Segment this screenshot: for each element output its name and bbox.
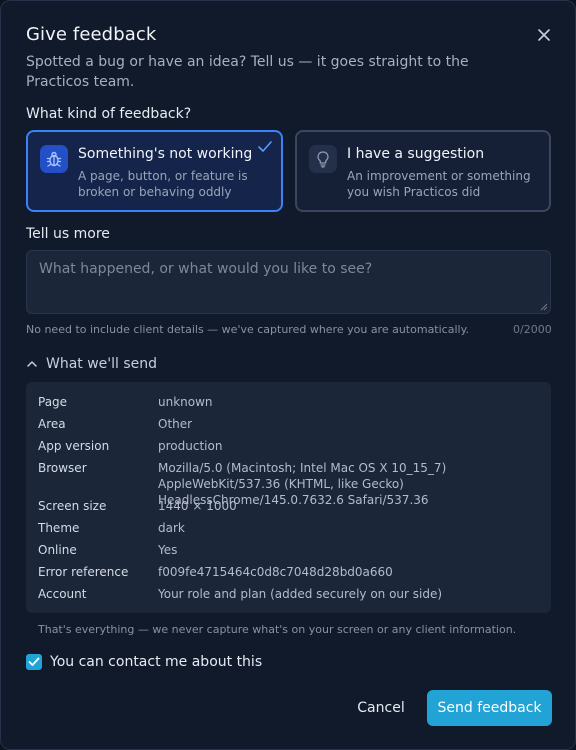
detail-key: App version <box>38 439 110 453</box>
close-icon <box>538 29 550 41</box>
checkmark-icon <box>28 657 40 666</box>
dialog-subtitle: Spotted a bug or have an idea? Tell us —… <box>26 54 469 90</box>
detail-value: unknown <box>158 395 213 409</box>
feedback-dialog: Give feedback Spotted a bug or have an i… <box>0 0 576 750</box>
detail-value: production <box>158 439 223 453</box>
detail-key: Screen size <box>38 499 107 513</box>
tell-more-label: Tell us more <box>26 226 110 242</box>
detail-key: Browser <box>38 461 87 475</box>
checkmark-icon <box>258 141 272 152</box>
cancel-button[interactable]: Cancel <box>344 691 418 725</box>
contact-checkbox-row[interactable]: You can contact me about this <box>26 654 262 670</box>
textarea-hint: No need to include client details — we'v… <box>26 323 470 336</box>
detail-value: dark <box>158 521 185 535</box>
close-button[interactable] <box>532 23 556 47</box>
detail-key: Page <box>38 395 68 409</box>
details-panel: Page unknown Area Other App version prod… <box>26 382 551 613</box>
chevron-up-icon <box>27 361 37 367</box>
feedback-type-label: What kind of feedback? <box>26 106 192 122</box>
detail-key: Account <box>38 587 87 601</box>
details-toggle-label: What we'll send <box>46 356 158 372</box>
detail-key: Error reference <box>38 565 129 579</box>
contact-checkbox[interactable] <box>26 654 42 670</box>
detail-value: f009fe4715464c0d8c7048d28bd0a660 <box>158 565 393 579</box>
detail-key: Online <box>38 543 77 557</box>
contact-checkbox-label: You can contact me about this <box>50 654 263 670</box>
option-title: I have a suggestion <box>347 146 485 162</box>
details-toggle[interactable]: What we'll send <box>26 354 157 374</box>
bug-icon <box>40 145 68 173</box>
detail-value: Yes <box>158 543 178 557</box>
option-title: Something's not working <box>78 146 253 162</box>
privacy-footnote: That's everything — we never capture wha… <box>38 623 517 636</box>
send-feedback-button[interactable]: Send feedback <box>427 690 552 726</box>
option-description: A page, button, or feature is broken or … <box>78 169 248 199</box>
option-not-working[interactable]: Something's not working A page, button, … <box>26 130 283 212</box>
lightbulb-icon <box>309 145 337 173</box>
feedback-textarea[interactable] <box>26 250 551 314</box>
option-description: An improvement or something you wish Pra… <box>347 169 531 199</box>
option-suggestion[interactable]: I have a suggestion An improvement or so… <box>295 130 551 212</box>
detail-key: Area <box>38 417 66 431</box>
detail-value: Other <box>158 417 193 431</box>
resize-grip-icon[interactable] <box>540 303 548 311</box>
character-counter: 0/2000 <box>513 323 552 336</box>
detail-key: Theme <box>38 521 80 535</box>
detail-value: 1440 × 1000 <box>158 499 237 513</box>
detail-value: Your role and plan (added securely on ou… <box>158 587 443 601</box>
dialog-title: Give feedback <box>26 24 157 45</box>
